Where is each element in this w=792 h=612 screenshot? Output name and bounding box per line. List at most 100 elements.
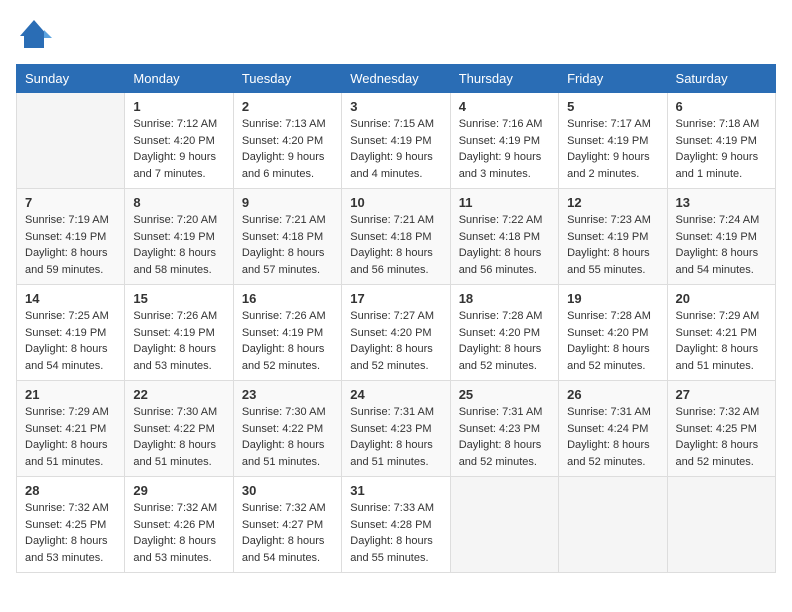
day-info: Sunrise: 7:13 AM Sunset: 4:20 PM Dayligh… <box>242 116 333 182</box>
sunset-text: Sunset: 4:22 PM <box>133 423 214 435</box>
daylight-text: Daylight: 8 hours and 58 minutes. <box>133 247 216 276</box>
sunset-text: Sunset: 4:23 PM <box>459 423 540 435</box>
day-number: 22 <box>133 387 224 402</box>
day-number: 19 <box>567 291 658 306</box>
sunrise-text: Sunrise: 7:26 AM <box>242 310 326 322</box>
sunset-text: Sunset: 4:20 PM <box>459 327 540 339</box>
daylight-text: Daylight: 9 hours and 1 minute. <box>676 151 759 180</box>
sunrise-text: Sunrise: 7:31 AM <box>459 406 543 418</box>
sunrise-text: Sunrise: 7:32 AM <box>133 502 217 514</box>
calendar-cell: 25 Sunrise: 7:31 AM Sunset: 4:23 PM Dayl… <box>450 381 558 477</box>
sunrise-text: Sunrise: 7:25 AM <box>25 310 109 322</box>
day-info: Sunrise: 7:18 AM Sunset: 4:19 PM Dayligh… <box>676 116 767 182</box>
day-number: 8 <box>133 195 224 210</box>
logo <box>16 16 56 52</box>
calendar-cell: 7 Sunrise: 7:19 AM Sunset: 4:19 PM Dayli… <box>17 189 125 285</box>
sunrise-text: Sunrise: 7:28 AM <box>567 310 651 322</box>
day-info: Sunrise: 7:26 AM Sunset: 4:19 PM Dayligh… <box>133 308 224 374</box>
calendar-cell: 27 Sunrise: 7:32 AM Sunset: 4:25 PM Dayl… <box>667 381 775 477</box>
daylight-text: Daylight: 8 hours and 53 minutes. <box>133 343 216 372</box>
sunset-text: Sunset: 4:18 PM <box>459 231 540 243</box>
sunrise-text: Sunrise: 7:29 AM <box>676 310 760 322</box>
day-number: 13 <box>676 195 767 210</box>
sunrise-text: Sunrise: 7:19 AM <box>25 214 109 226</box>
sunrise-text: Sunrise: 7:32 AM <box>242 502 326 514</box>
day-number: 18 <box>459 291 550 306</box>
day-number: 27 <box>676 387 767 402</box>
sunset-text: Sunset: 4:19 PM <box>350 135 431 147</box>
sunrise-text: Sunrise: 7:27 AM <box>350 310 434 322</box>
sunset-text: Sunset: 4:18 PM <box>350 231 431 243</box>
daylight-text: Daylight: 8 hours and 57 minutes. <box>242 247 325 276</box>
day-number: 29 <box>133 483 224 498</box>
sunrise-text: Sunrise: 7:22 AM <box>459 214 543 226</box>
day-info: Sunrise: 7:29 AM Sunset: 4:21 PM Dayligh… <box>676 308 767 374</box>
daylight-text: Daylight: 9 hours and 7 minutes. <box>133 151 216 180</box>
sunset-text: Sunset: 4:25 PM <box>25 519 106 531</box>
day-number: 11 <box>459 195 550 210</box>
calendar-cell: 10 Sunrise: 7:21 AM Sunset: 4:18 PM Dayl… <box>342 189 450 285</box>
page-header <box>16 16 776 52</box>
daylight-text: Daylight: 8 hours and 51 minutes. <box>676 343 759 372</box>
calendar-cell: 5 Sunrise: 7:17 AM Sunset: 4:19 PM Dayli… <box>559 93 667 189</box>
calendar-week-row: 14 Sunrise: 7:25 AM Sunset: 4:19 PM Dayl… <box>17 285 776 381</box>
day-info: Sunrise: 7:30 AM Sunset: 4:22 PM Dayligh… <box>242 404 333 470</box>
calendar-cell: 24 Sunrise: 7:31 AM Sunset: 4:23 PM Dayl… <box>342 381 450 477</box>
calendar-cell: 11 Sunrise: 7:22 AM Sunset: 4:18 PM Dayl… <box>450 189 558 285</box>
sunset-text: Sunset: 4:20 PM <box>567 327 648 339</box>
calendar-cell: 26 Sunrise: 7:31 AM Sunset: 4:24 PM Dayl… <box>559 381 667 477</box>
daylight-text: Daylight: 8 hours and 54 minutes. <box>25 343 108 372</box>
day-number: 30 <box>242 483 333 498</box>
day-number: 1 <box>133 99 224 114</box>
calendar-cell: 16 Sunrise: 7:26 AM Sunset: 4:19 PM Dayl… <box>233 285 341 381</box>
daylight-text: Daylight: 8 hours and 51 minutes. <box>350 439 433 468</box>
calendar-cell: 23 Sunrise: 7:30 AM Sunset: 4:22 PM Dayl… <box>233 381 341 477</box>
day-number: 4 <box>459 99 550 114</box>
sunrise-text: Sunrise: 7:18 AM <box>676 118 760 130</box>
day-number: 31 <box>350 483 441 498</box>
calendar-header-row: SundayMondayTuesdayWednesdayThursdayFrid… <box>17 65 776 93</box>
daylight-text: Daylight: 8 hours and 52 minutes. <box>459 439 542 468</box>
day-number: 6 <box>676 99 767 114</box>
day-info: Sunrise: 7:19 AM Sunset: 4:19 PM Dayligh… <box>25 212 116 278</box>
calendar-cell: 30 Sunrise: 7:32 AM Sunset: 4:27 PM Dayl… <box>233 477 341 573</box>
day-number: 5 <box>567 99 658 114</box>
sunrise-text: Sunrise: 7:16 AM <box>459 118 543 130</box>
sunrise-text: Sunrise: 7:30 AM <box>242 406 326 418</box>
calendar-cell <box>559 477 667 573</box>
sunset-text: Sunset: 4:19 PM <box>133 327 214 339</box>
day-number: 25 <box>459 387 550 402</box>
day-info: Sunrise: 7:31 AM Sunset: 4:23 PM Dayligh… <box>459 404 550 470</box>
day-info: Sunrise: 7:32 AM Sunset: 4:26 PM Dayligh… <box>133 500 224 566</box>
day-number: 2 <box>242 99 333 114</box>
calendar-week-row: 1 Sunrise: 7:12 AM Sunset: 4:20 PM Dayli… <box>17 93 776 189</box>
sunset-text: Sunset: 4:19 PM <box>676 231 757 243</box>
sunrise-text: Sunrise: 7:17 AM <box>567 118 651 130</box>
sunset-text: Sunset: 4:19 PM <box>567 135 648 147</box>
daylight-text: Daylight: 8 hours and 52 minutes. <box>567 343 650 372</box>
day-number: 12 <box>567 195 658 210</box>
day-number: 28 <box>25 483 116 498</box>
calendar-cell <box>450 477 558 573</box>
daylight-text: Daylight: 9 hours and 6 minutes. <box>242 151 325 180</box>
day-info: Sunrise: 7:21 AM Sunset: 4:18 PM Dayligh… <box>350 212 441 278</box>
daylight-text: Daylight: 8 hours and 51 minutes. <box>133 439 216 468</box>
day-number: 23 <box>242 387 333 402</box>
sunrise-text: Sunrise: 7:23 AM <box>567 214 651 226</box>
sunset-text: Sunset: 4:22 PM <box>242 423 323 435</box>
day-info: Sunrise: 7:28 AM Sunset: 4:20 PM Dayligh… <box>567 308 658 374</box>
logo-icon <box>16 16 52 52</box>
sunset-text: Sunset: 4:19 PM <box>25 231 106 243</box>
sunset-text: Sunset: 4:20 PM <box>350 327 431 339</box>
day-number: 24 <box>350 387 441 402</box>
sunset-text: Sunset: 4:27 PM <box>242 519 323 531</box>
calendar-cell: 2 Sunrise: 7:13 AM Sunset: 4:20 PM Dayli… <box>233 93 341 189</box>
daylight-text: Daylight: 9 hours and 3 minutes. <box>459 151 542 180</box>
daylight-text: Daylight: 8 hours and 52 minutes. <box>459 343 542 372</box>
daylight-text: Daylight: 8 hours and 51 minutes. <box>25 439 108 468</box>
calendar-cell: 3 Sunrise: 7:15 AM Sunset: 4:19 PM Dayli… <box>342 93 450 189</box>
calendar-cell <box>667 477 775 573</box>
calendar-cell: 17 Sunrise: 7:27 AM Sunset: 4:20 PM Dayl… <box>342 285 450 381</box>
calendar-cell: 21 Sunrise: 7:29 AM Sunset: 4:21 PM Dayl… <box>17 381 125 477</box>
day-info: Sunrise: 7:24 AM Sunset: 4:19 PM Dayligh… <box>676 212 767 278</box>
